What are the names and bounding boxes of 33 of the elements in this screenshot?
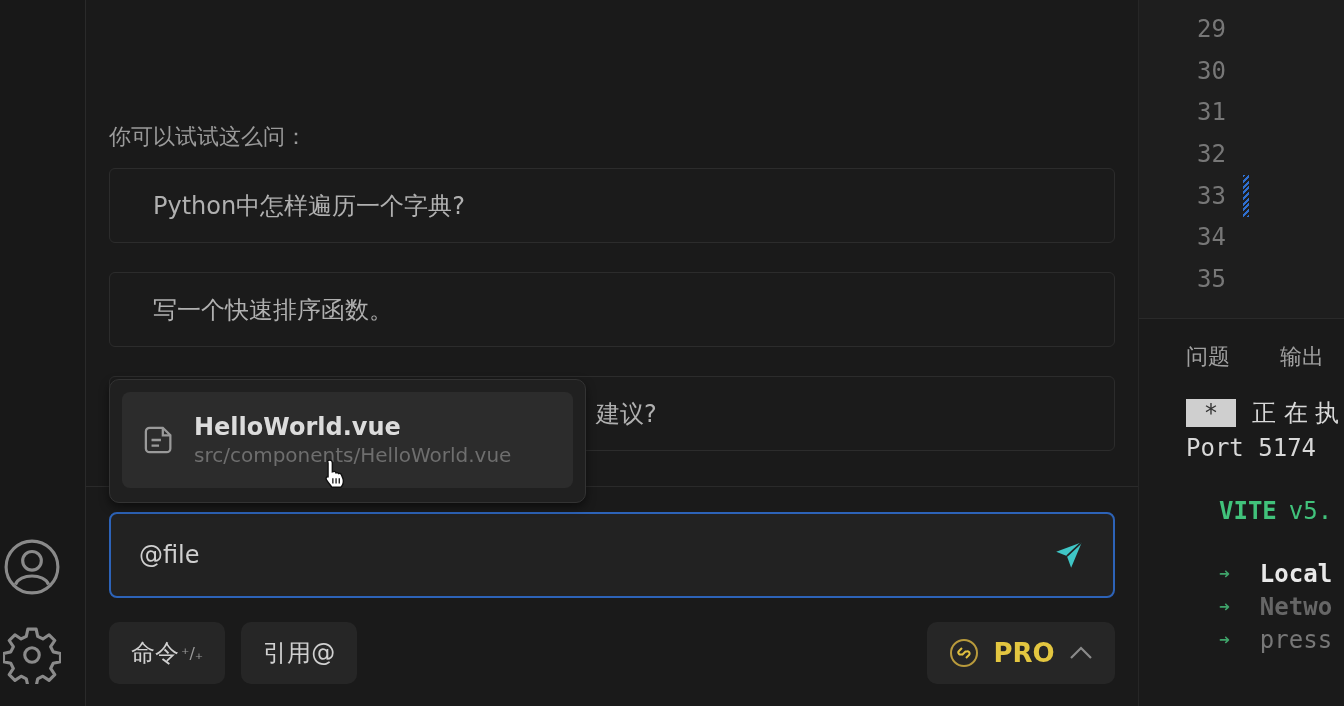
arrow-glyph: ➜ xyxy=(1219,629,1230,650)
suggestion-button[interactable]: 写一个快速排序函数。 xyxy=(109,272,1115,347)
chevron-icon xyxy=(1068,645,1093,661)
terminal-text: Netwo xyxy=(1259,592,1333,621)
line-number: 29 xyxy=(1197,14,1227,43)
arrow-glyph: ➜ xyxy=(1219,563,1230,584)
line-number: 33 xyxy=(1197,181,1227,210)
settings-icon[interactable] xyxy=(2,626,61,684)
line-number: 31 xyxy=(1197,98,1227,127)
task-badge: * xyxy=(1186,399,1236,427)
suggestion-heading: 你可以试试这么问： xyxy=(109,123,308,151)
panel-tab[interactable]: 输出 xyxy=(1280,342,1324,372)
terminal-text: 正 在 执 xyxy=(1252,398,1340,429)
line-number: 32 xyxy=(1197,139,1227,168)
terminal-text: Port 5174 xyxy=(1186,433,1317,462)
terminal-text: VITE xyxy=(1219,496,1277,525)
suggestion-button[interactable]: Python中怎样遍历一个字典? xyxy=(109,168,1115,243)
line-number: 30 xyxy=(1197,56,1227,85)
terminal-text: press xyxy=(1259,625,1333,654)
terminal-text: v5. xyxy=(1288,496,1333,525)
arrow-glyph: ➜ xyxy=(1219,596,1230,617)
file-name: HelloWorld.vue xyxy=(194,413,402,441)
command-button[interactable]: 引用@ xyxy=(241,622,358,684)
panel-tab[interactable]: 问题 xyxy=(1186,342,1230,372)
line-number: 35 xyxy=(1197,264,1227,293)
file-item[interactable]: HelloWorld.vue src/components/HelloWorld.vue xyxy=(122,392,573,488)
terminal-text: Local xyxy=(1259,559,1333,588)
chat-input-field[interactable]: @file xyxy=(109,512,1115,598)
account-icon[interactable] xyxy=(2,538,61,596)
command-button[interactable]: 命令⁺/₊ xyxy=(109,622,226,684)
line-number: 34 xyxy=(1197,223,1227,252)
plan-button[interactable]: PRO xyxy=(927,622,1115,684)
link-circle-icon xyxy=(949,638,980,668)
